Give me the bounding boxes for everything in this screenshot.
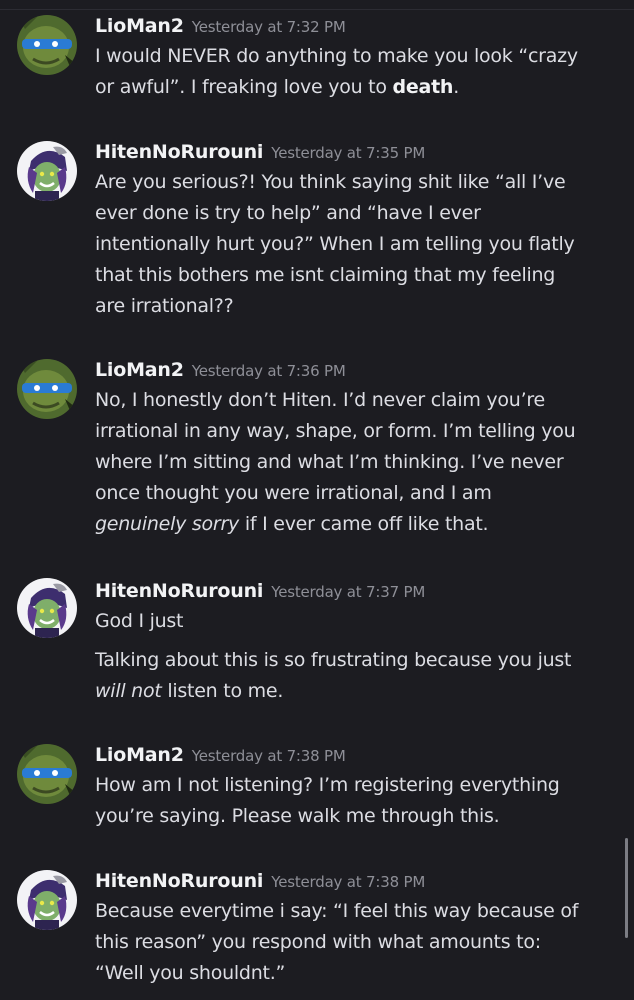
purple-hair-character-avatar-icon[interactable]	[17, 870, 77, 930]
username[interactable]: HitenNoRurouni	[95, 870, 263, 892]
timestamp: Yesterday at 7:36 PM	[191, 362, 346, 380]
message-line: or awful”. I freaking love you to death.	[95, 76, 459, 98]
purple-hair-character-avatar-icon[interactable]	[17, 578, 77, 638]
message-line: Talking about this is so frustrating bec…	[95, 649, 572, 671]
message-line: “Well you shouldnt.”	[95, 962, 286, 984]
message-line: where I’m sitting and what I’m thinking.…	[95, 451, 564, 473]
message-line: Are you serious?! You think saying shit …	[95, 171, 566, 193]
message-line: that this bothers me isnt claiming that …	[95, 264, 556, 286]
message-line: ever done is try to help” and “have I ev…	[95, 202, 481, 224]
username[interactable]: LioMan2	[95, 15, 184, 37]
message-line: intentionally hurt you?” When I am telli…	[95, 233, 575, 255]
scrollbar-thumb[interactable]	[625, 838, 628, 938]
message-line: genuinely sorry if I ever came off like …	[95, 513, 489, 535]
timestamp: Yesterday at 7:37 PM	[271, 583, 426, 601]
username[interactable]: HitenNoRurouni	[95, 141, 263, 163]
message-line: No, I honestly don’t Hiten. I’d never cl…	[95, 389, 545, 411]
username[interactable]: HitenNoRurouni	[95, 580, 263, 602]
message-line: irrational in any way, shape, or form. I…	[95, 420, 576, 442]
turtle-avatar-icon[interactable]	[17, 15, 77, 75]
message-line: will not listen to me.	[95, 680, 284, 702]
turtle-avatar-icon[interactable]	[17, 359, 77, 419]
message-line: I would NEVER do anything to make you lo…	[95, 45, 578, 67]
turtle-avatar-icon[interactable]	[17, 744, 77, 804]
message-line: How am I not listening? I’m registering …	[95, 774, 560, 796]
timestamp: Yesterday at 7:32 PM	[191, 18, 346, 36]
timestamp: Yesterday at 7:38 PM	[271, 873, 426, 891]
message-line: God I just	[95, 610, 184, 632]
message-line: you’re saying. Please walk me through th…	[95, 805, 500, 827]
purple-hair-character-avatar-icon[interactable]	[17, 141, 77, 201]
bold-text: death	[392, 76, 454, 98]
timestamp: Yesterday at 7:35 PM	[271, 144, 426, 162]
username[interactable]: LioMan2	[95, 359, 184, 381]
italic-text: genuinely sorry	[95, 513, 240, 535]
username[interactable]: LioMan2	[95, 744, 184, 766]
message-line: Because everytime i say: “I feel this wa…	[95, 900, 579, 922]
message-line: are irrational??	[95, 295, 234, 317]
top-divider	[0, 9, 634, 10]
message-line: this reason” you respond with what amoun…	[95, 931, 541, 953]
timestamp: Yesterday at 7:38 PM	[191, 747, 346, 765]
message-line: once thought you were irrational, and I …	[95, 482, 492, 504]
italic-text: will not	[95, 680, 162, 702]
